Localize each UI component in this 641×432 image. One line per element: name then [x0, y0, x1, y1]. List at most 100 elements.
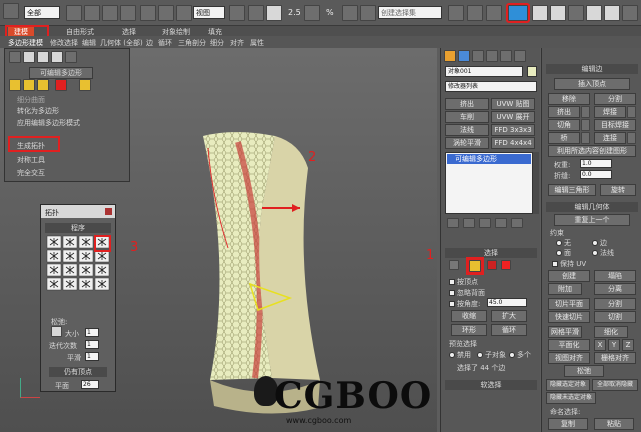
undo-icon[interactable] — [3, 3, 19, 19]
close-icon[interactable] — [105, 208, 112, 215]
weld-settings-icon[interactable] — [627, 106, 636, 118]
pivot-icon[interactable] — [229, 5, 245, 21]
uvw-map-button[interactable]: UVW 贴图 — [491, 98, 535, 110]
subtab-edit[interactable]: 编辑 — [82, 38, 96, 48]
unhide-all-button[interactable]: 全部取消隐藏 — [592, 379, 638, 391]
slice-plane-button[interactable]: 切片平面 — [548, 298, 590, 310]
schematic-view-icon[interactable] — [550, 5, 566, 21]
relax-button[interactable]: 松弛 — [564, 365, 604, 377]
copy-button[interactable]: 复制 — [548, 418, 588, 430]
polygon-subobject-icon[interactable] — [501, 260, 511, 270]
select-by-name-icon[interactable] — [84, 5, 100, 21]
connect-button[interactable]: 连接 — [594, 132, 626, 144]
make-unique-icon[interactable] — [479, 218, 491, 228]
layer-manager-icon[interactable] — [486, 5, 502, 21]
subtab-align[interactable]: 对齐 — [230, 38, 244, 48]
selection-filter-dropdown[interactable]: 全部 — [24, 6, 60, 19]
create-tab-icon[interactable] — [444, 50, 456, 62]
target-weld-button[interactable]: 目标焊接 — [594, 119, 636, 131]
snap-toggle-label[interactable]: 2.5 — [288, 8, 301, 17]
show-result-icon[interactable] — [463, 218, 475, 228]
quick-slice-button[interactable]: 快速切片 — [548, 311, 590, 323]
selection-rollout-header[interactable]: 选择 — [445, 248, 537, 258]
angle-snap-icon[interactable] — [304, 5, 320, 21]
align-icon[interactable] — [467, 5, 483, 21]
create-button[interactable]: 创建 — [548, 270, 590, 282]
lathe-button[interactable]: 车削 — [445, 111, 489, 123]
collapse-stack-icon[interactable] — [51, 51, 63, 63]
percent-snap-label[interactable]: % — [326, 8, 334, 17]
modify-tab-icon[interactable] — [458, 50, 470, 62]
weight-spinner[interactable]: 1.0 — [580, 159, 612, 168]
weld-button[interactable]: 焊接 — [594, 106, 626, 118]
material-editor-icon[interactable] — [568, 5, 584, 21]
preview-disabled-radio[interactable]: 禁用 — [449, 350, 471, 360]
subtab-subdivision[interactable]: 细分 — [210, 38, 224, 48]
remove-modifier-icon[interactable] — [495, 218, 507, 228]
repeat-last-button[interactable]: 重复上一个 — [554, 214, 630, 226]
full-interaction-item[interactable]: 完全交互 — [17, 168, 45, 178]
display-tab-icon[interactable] — [500, 50, 512, 62]
vertex-mode-icon[interactable] — [9, 79, 21, 91]
edit-named-selection-icon[interactable] — [360, 5, 376, 21]
hierarchy-tab-icon[interactable] — [472, 50, 484, 62]
graphite-ribbon-toggle-icon[interactable] — [506, 3, 530, 23]
extrude-button[interactable]: 挤出 — [445, 98, 489, 110]
keyboard-shortcut-icon[interactable] — [266, 5, 282, 21]
make-planar-button[interactable]: 平面化 — [548, 339, 590, 351]
move-icon[interactable] — [140, 5, 156, 21]
scale-icon[interactable] — [176, 5, 192, 21]
object-name-field[interactable]: 对象001 — [445, 66, 523, 77]
attach-button[interactable]: 附加 — [548, 283, 582, 295]
ring-button[interactable]: 环形 — [451, 324, 487, 336]
stack-prev-icon[interactable] — [9, 51, 21, 63]
extrude-settings-icon[interactable] — [581, 106, 590, 118]
subtab-properties[interactable]: 属性 — [250, 38, 264, 48]
element-mode-icon[interactable] — [79, 79, 91, 91]
split-edge-button[interactable]: 分割 — [594, 93, 636, 105]
shrink-button[interactable]: 收缩 — [451, 310, 487, 322]
window-crossing-icon[interactable] — [120, 5, 136, 21]
constraint-none-radio[interactable]: 无 — [556, 238, 571, 248]
extrude-edge-button[interactable]: 挤出 — [548, 106, 580, 118]
spacing-spinner[interactable]: 26 — [81, 380, 99, 389]
rendered-frame-icon[interactable] — [604, 5, 620, 21]
hide-selected-button[interactable]: 隐藏选定对象 — [546, 379, 590, 391]
vertex-subobject-icon[interactable] — [449, 260, 459, 270]
object-color-swatch[interactable] — [527, 66, 537, 77]
pin-stack-icon[interactable] — [65, 51, 77, 63]
tessellate-button[interactable]: 细化 — [594, 326, 628, 338]
subtab-triangulation[interactable]: 三角剖分 — [178, 38, 206, 48]
by-vertex-checkbox[interactable]: 按顶点 — [449, 277, 478, 287]
apply-edit-poly-mode-item[interactable]: 应用编辑多边形模式 — [17, 118, 80, 128]
relax-icon[interactable] — [51, 326, 62, 337]
connect-settings-icon[interactable] — [627, 132, 636, 144]
polygon-mode-icon[interactable] — [55, 79, 67, 91]
curve-editor-icon[interactable] — [532, 5, 548, 21]
preview-subobject-radio[interactable]: 子对象 — [477, 350, 506, 360]
modifier-stack[interactable]: 可编辑多边形 — [445, 152, 533, 214]
angle-spinner[interactable]: 45.0 — [487, 298, 527, 307]
rect-region-icon[interactable] — [102, 5, 118, 21]
border-subobject-icon[interactable] — [487, 260, 497, 270]
collapse-button[interactable]: 塌陷 — [594, 270, 636, 282]
stack-next-icon[interactable] — [37, 51, 49, 63]
show-end-result-icon[interactable] — [23, 51, 35, 63]
cut-button[interactable]: 切割 — [594, 311, 636, 323]
smooth-spinner[interactable]: 1 — [85, 352, 99, 361]
y-button[interactable]: Y — [608, 339, 620, 351]
x-button[interactable]: X — [594, 339, 606, 351]
subtab-modify-selection[interactable]: 修改选择 — [50, 38, 78, 48]
stack-item-editable-poly[interactable]: 可编辑多边形 — [447, 154, 531, 164]
edge-mode-icon[interactable] — [23, 79, 35, 91]
motion-tab-icon[interactable] — [486, 50, 498, 62]
border-mode-icon[interactable] — [37, 79, 49, 91]
remove-button[interactable]: 移除 — [548, 93, 590, 105]
convert-to-poly-item[interactable]: 转化为多边形 — [17, 106, 59, 116]
grid-align-button[interactable]: 栅格对齐 — [594, 352, 636, 364]
preserve-uvs-checkbox[interactable]: 保持 UV — [552, 259, 586, 269]
render-setup-icon[interactable] — [586, 5, 602, 21]
edit-edges-header[interactable]: 编辑边 — [546, 64, 638, 74]
ffd4-button[interactable]: FFD 4x4x4 — [491, 137, 535, 149]
mirror-icon[interactable] — [448, 5, 464, 21]
